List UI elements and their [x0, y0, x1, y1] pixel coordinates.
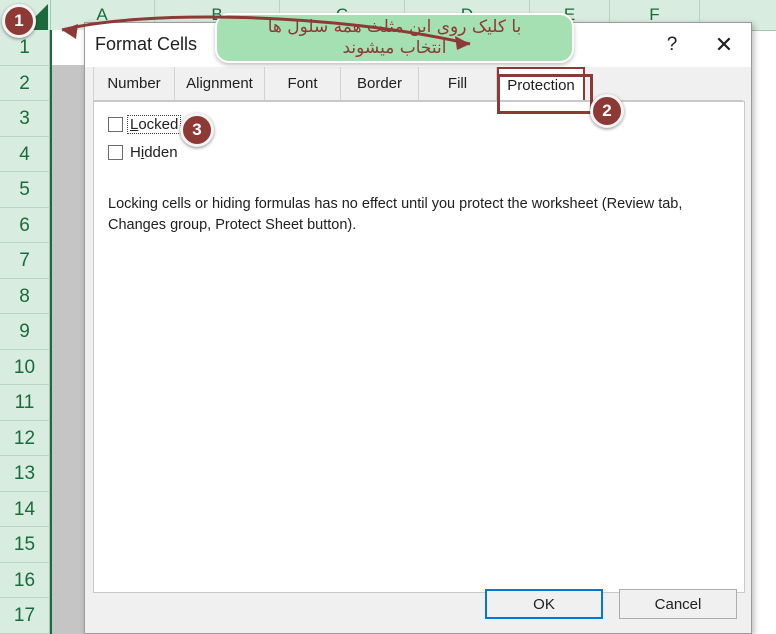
row-header-15[interactable]: 15 [0, 527, 50, 563]
hidden-label-rest: dden [144, 144, 178, 161]
tab-fill[interactable]: Fill [419, 67, 497, 100]
dialog-tab-strip: Number Alignment Font Border Fill Protection [85, 67, 751, 101]
ok-button[interactable]: OK [485, 589, 603, 619]
format-cells-dialog: Format Cells ? ✕ Number Alignment Font Bord… [84, 22, 752, 634]
locked-checkbox-row[interactable]: Locked [108, 115, 182, 134]
row-header-2[interactable]: 2 [0, 65, 50, 101]
tab-border[interactable]: Border [341, 67, 419, 100]
protection-tab-panel: Locked Hidden Locking cells or hiding fo… [93, 101, 745, 593]
row-header-4[interactable]: 4 [0, 136, 50, 172]
close-icon[interactable]: ✕ [701, 23, 747, 67]
row-header-12[interactable]: 12 [0, 420, 50, 456]
hidden-checkbox-row[interactable]: Hidden [108, 144, 178, 161]
tab-alignment[interactable]: Alignment [175, 67, 265, 100]
column-a-selection-border [50, 30, 52, 634]
row-header-8[interactable]: 8 [0, 278, 50, 314]
locked-label[interactable]: Locked [126, 115, 182, 134]
locked-label-rest: ocked [138, 116, 179, 133]
tab-protection[interactable]: Protection [497, 67, 585, 100]
row-header-10[interactable]: 10 [0, 349, 50, 385]
dialog-title: Format Cells [95, 34, 198, 54]
row-header-7[interactable]: 7 [0, 243, 50, 279]
hidden-label[interactable]: Hidden [130, 144, 178, 161]
help-icon[interactable]: ? [649, 23, 695, 67]
row-header-13[interactable]: 13 [0, 456, 50, 492]
callout-text: با کلیک روی این مثلث همه سلول ها انتخاب … [260, 17, 530, 60]
locked-checkbox[interactable] [108, 117, 123, 132]
row-header-16[interactable]: 16 [0, 562, 50, 598]
row-header-9[interactable]: 9 [0, 314, 50, 350]
row-header-11[interactable]: 11 [0, 385, 50, 421]
protection-description: Locking cells or hiding formulas has no … [108, 196, 683, 234]
tab-number[interactable]: Number [93, 67, 175, 100]
callout-box: با کلیک روی این مثلث همه سلول ها انتخاب … [215, 13, 574, 63]
callout-line-1: با کلیک روی این مثلث همه سلول ها [267, 16, 522, 37]
row-header-6[interactable]: 6 [0, 207, 50, 243]
step-badge-2: 2 [590, 94, 624, 128]
row-header-5[interactable]: 5 [0, 172, 50, 208]
callout-line-2: انتخاب میشوند [342, 38, 447, 58]
row-header-14[interactable]: 14 [0, 491, 50, 527]
row-header-3[interactable]: 3 [0, 101, 50, 137]
step-badge-1: 1 [2, 4, 36, 38]
step-badge-3: 3 [180, 113, 214, 147]
row-header-17[interactable]: 17 [0, 598, 50, 634]
hidden-checkbox[interactable] [108, 145, 123, 160]
tab-font[interactable]: Font [265, 67, 341, 100]
cancel-button[interactable]: Cancel [619, 589, 737, 619]
